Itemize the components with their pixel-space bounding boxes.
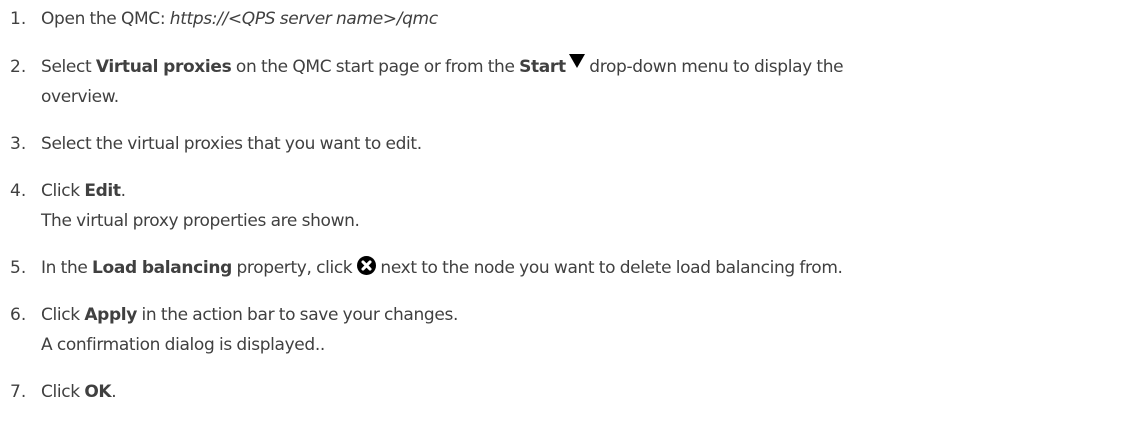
step-number: 1.: [10, 9, 27, 29]
step-text-segment: .: [120, 181, 126, 201]
step-text-segment: next to the node you want to delete load…: [375, 258, 843, 278]
ui-term-virtual-proxies: Virtual proxies: [95, 57, 232, 77]
step-text-segment: in the action bar to save your changes.: [136, 305, 459, 325]
step-text-segment: property, click: [231, 258, 357, 278]
ui-term-apply: Apply: [84, 305, 137, 325]
circle-x-icon: [356, 256, 376, 275]
triangle-down-icon: [568, 54, 585, 68]
step-number: 2.: [10, 57, 27, 77]
qmc-url: https://<QPS server name>/qmc: [169, 9, 438, 29]
step-text-segment: on the QMC start page or from the: [231, 57, 520, 77]
step-text-segment: .: [111, 382, 117, 402]
step-text: Click Edit. The virtual proxy properties…: [41, 176, 1130, 236]
step-number: 6.: [10, 305, 27, 325]
ui-term-start: Start: [519, 57, 566, 77]
step-text-segment: drop-down menu to display the: [584, 57, 844, 77]
step-text: Click Apply in the action bar to save yo…: [41, 300, 1130, 360]
step-text-segment: Open the QMC:: [41, 9, 170, 29]
step-text: Open the QMC: https://<QPS server name>/…: [41, 4, 1130, 34]
step-text-segment: Select the virtual proxies that you want…: [41, 134, 422, 154]
ui-term-load-balancing: Load balancing: [92, 258, 232, 278]
step-text: Click OK.: [41, 377, 1130, 407]
step-text-segment: Select: [41, 57, 96, 77]
step-number: 3.: [10, 134, 27, 154]
step-text-segment: Click: [41, 181, 85, 201]
step-text: Select Virtual proxies on the QMC start …: [41, 52, 1130, 112]
step-text-segment: overview.: [41, 87, 119, 107]
step-number: 7.: [10, 382, 27, 402]
step-result: The virtual proxy properties are shown.: [41, 211, 360, 231]
step-number: 4.: [10, 181, 27, 201]
step-number: 5.: [10, 258, 27, 278]
step-text-segment: Click: [41, 382, 85, 402]
step-text-segment: In the: [41, 258, 93, 278]
step-text-segment: Click: [41, 305, 85, 325]
ui-term-ok: OK: [84, 382, 112, 402]
step-text: Select the virtual proxies that you want…: [41, 129, 1130, 159]
ui-term-edit: Edit: [84, 181, 121, 201]
procedure-steps: 1. Open the QMC: https://<QPS server nam…: [0, 0, 1136, 421]
step-result: A confirmation dialog is displayed..: [41, 335, 325, 355]
step-text: In the Load balancing property, click ne…: [41, 253, 1130, 283]
